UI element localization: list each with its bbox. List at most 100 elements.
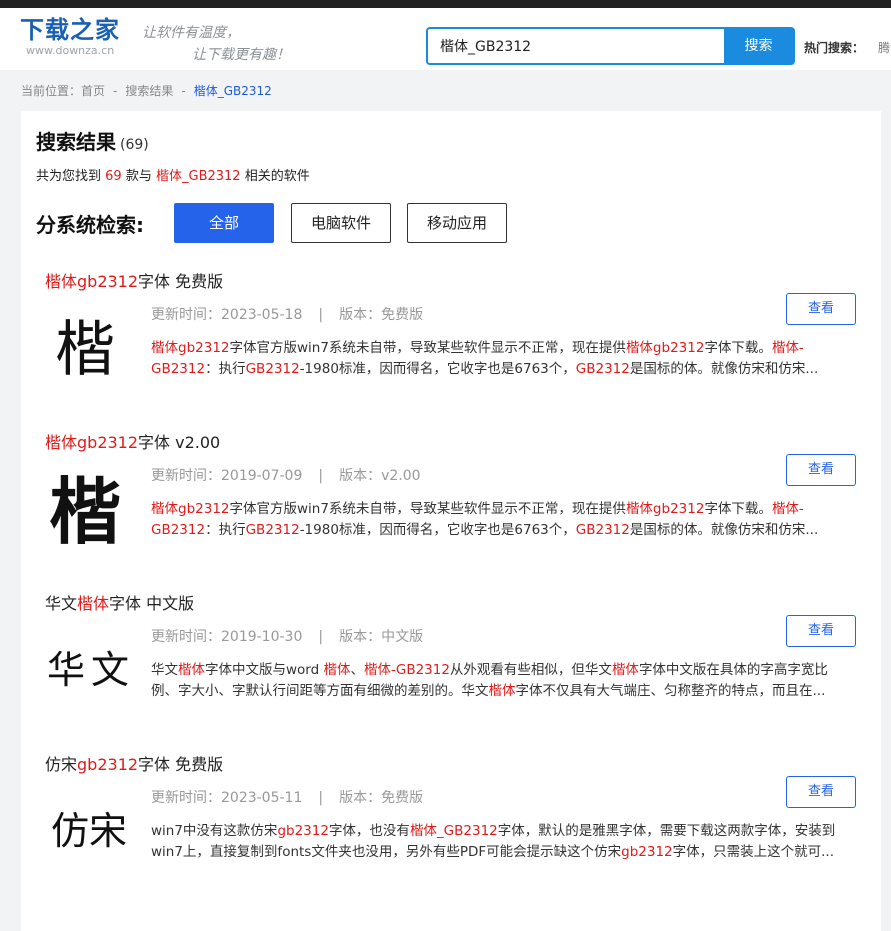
view-button[interactable]: 查看	[786, 293, 856, 325]
filter-all-button[interactable]: 全部	[174, 203, 274, 243]
keyword-highlight: GB2312	[575, 361, 630, 377]
result-description: 楷体gb2312字体官方版win7系统未自带，导致某些软件显示不正常，现在提供楷…	[151, 338, 851, 380]
search-box: 搜索	[426, 27, 795, 65]
text-segment: 字体 免费版	[138, 755, 224, 774]
text-segment: win7中没有这款仿宋	[151, 823, 278, 839]
summary-count: 69	[105, 169, 122, 184]
updated-date: 2023-05-11	[221, 790, 303, 806]
font-preview-image[interactable]: 楷	[45, 465, 125, 554]
view-button[interactable]: 查看	[786, 776, 856, 808]
result-description: 华文楷体字体中文版与word 楷体、楷体-GB2312从外观看有些相似，但华文楷…	[151, 660, 851, 702]
text-segment: ：执行	[205, 361, 246, 377]
font-preview-image[interactable]: 楷	[45, 304, 125, 385]
result-title[interactable]: 华文楷体字体 中文版	[45, 590, 194, 614]
updated-date: 2023-05-18	[221, 307, 303, 323]
keyword-highlight: 楷体gb2312	[625, 501, 705, 517]
breadcrumb-results[interactable]: 搜索结果	[125, 84, 173, 98]
breadcrumb-current[interactable]: 楷体_GB2312	[194, 84, 272, 98]
keyword-highlight: gb2312	[621, 844, 673, 860]
slogan-line-2: 让下载更有趣！	[192, 47, 290, 63]
breadcrumb-separator: -	[113, 84, 118, 98]
keyword-highlight: gb2312	[77, 755, 139, 774]
breadcrumb: 当前位置：首页 - 搜索结果 - 楷体_GB2312	[21, 82, 272, 99]
logo-url: www.downza.cn	[26, 44, 115, 57]
version-label: 版本：	[339, 307, 382, 323]
text-segment: 华文	[151, 662, 178, 678]
text-segment: 字体下载。	[704, 501, 772, 517]
site-logo[interactable]: 下载之家 www.downza.cn	[20, 16, 120, 58]
text-segment: -1980标准，因而得名，它收字也是6763个，	[299, 361, 576, 377]
result-title[interactable]: 仿宋gb2312字体 免费版	[45, 751, 223, 775]
top-strip	[0, 0, 891, 8]
result-item: 华文楷体字体 中文版 华文 更新时间：2019-10-30 | 版本：中文版 华文楷…	[21, 590, 881, 750]
keyword-highlight: 楷体	[488, 683, 516, 699]
result-title[interactable]: 楷体gb2312字体 免费版	[45, 268, 223, 292]
text-segment: 字体 免费版	[138, 272, 224, 291]
version-value: 免费版	[381, 307, 424, 323]
view-button[interactable]: 查看	[786, 615, 856, 647]
results-title-text: 搜索结果	[36, 130, 116, 154]
text-segment: 字体 v2.00	[138, 433, 221, 452]
keyword-highlight: GB2312	[245, 361, 300, 377]
text-segment: 字体不仅具有大气端庄、匀称整齐的特点，而且在...	[515, 683, 826, 699]
result-title[interactable]: 楷体gb2312字体 v2.00	[45, 429, 220, 453]
summary-keyword: 楷体_GB2312	[156, 169, 241, 184]
version-value: v2.00	[381, 468, 421, 484]
results-count: (69)	[120, 137, 149, 153]
updated-date: 2019-07-09	[221, 468, 303, 484]
summary-suffix: 相关的软件	[244, 169, 310, 184]
keyword-highlight: 楷体	[323, 662, 351, 678]
search-input[interactable]	[428, 29, 724, 63]
text-segment: 是国标的体。就像仿宋和仿宋...	[629, 361, 819, 377]
result-item: 楷体gb2312字体 v2.00 楷 更新时间：2019-07-09 | 版本：v2…	[21, 429, 881, 589]
font-preview-image[interactable]: 仿宋	[45, 787, 133, 867]
result-meta: 更新时间：2019-07-09 | 版本：v2.00	[151, 465, 421, 485]
updated-label: 更新时间：	[151, 629, 221, 645]
breadcrumb-separator: -	[181, 84, 186, 98]
version-value: 免费版	[381, 790, 424, 806]
version-value: 中文版	[381, 629, 424, 645]
keyword-highlight: 楷体gb2312	[45, 433, 139, 452]
meta-divider: |	[318, 307, 324, 323]
meta-divider: |	[318, 468, 324, 484]
meta-divider: |	[318, 790, 324, 806]
keyword-highlight: 楷体-GB2312	[363, 662, 450, 678]
text-segment: 字体中文版与word	[205, 662, 324, 678]
keyword-highlight: 楷体	[77, 594, 110, 613]
breadcrumb-prefix: 当前位置：	[21, 84, 82, 98]
hot-searches: 热门搜索： 腾讯	[804, 39, 891, 56]
text-segment: 是国标的体。就像仿宋和仿宋...	[629, 522, 819, 538]
text-segment: 从外观看有些相似，但华文	[449, 662, 612, 678]
text-segment: 字体官方版win7系统未自带，导致某些软件显示不正常，现在提供	[229, 501, 626, 517]
keyword-highlight: 楷体gb2312	[45, 272, 139, 291]
filter-label: 分系统检索:	[36, 213, 144, 237]
text-segment: 字体，也没有	[328, 823, 410, 839]
updated-label: 更新时间：	[151, 468, 221, 484]
text-segment: 字体，只需装上这个就可...	[672, 844, 835, 860]
keyword-highlight: GB2312	[245, 522, 300, 538]
summary-prefix: 共为您找到	[36, 169, 102, 184]
search-button[interactable]: 搜索	[724, 29, 793, 63]
logo-title: 下载之家	[20, 16, 120, 44]
filter-mobile-apps-button[interactable]: 移动应用	[407, 203, 507, 243]
keyword-highlight: 楷体	[611, 662, 639, 678]
keyword-highlight: 楷体	[178, 662, 205, 678]
keyword-highlight: 楷体gb2312	[625, 340, 705, 356]
result-meta: 更新时间：2023-05-18 | 版本：免费版	[151, 304, 423, 324]
keyword-highlight: gb2312	[277, 823, 329, 839]
result-item: 仿宋gb2312字体 免费版 仿宋 更新时间：2023-05-11 | 版本：免费版…	[21, 751, 881, 911]
result-meta: 更新时间：2019-10-30 | 版本：中文版	[151, 626, 423, 646]
text-segment: 、	[350, 662, 364, 678]
meta-divider: |	[318, 629, 324, 645]
text-segment: -1980标准，因而得名，它收字也是6763个，	[299, 522, 576, 538]
result-item: 楷体gb2312字体 免费版 楷 更新时间：2023-05-18 | 版本：免费版 …	[21, 268, 881, 428]
hot-search-item[interactable]: 腾讯	[878, 41, 891, 55]
text-segment: 华文	[45, 594, 78, 613]
updated-date: 2019-10-30	[221, 629, 303, 645]
filter-pc-software-button[interactable]: 电脑软件	[291, 203, 391, 243]
font-preview-image[interactable]: 华文	[45, 626, 137, 706]
text-segment: ：执行	[205, 522, 246, 538]
view-button[interactable]: 查看	[786, 454, 856, 486]
keyword-highlight: GB2312	[575, 522, 630, 538]
breadcrumb-home[interactable]: 首页	[81, 84, 105, 98]
